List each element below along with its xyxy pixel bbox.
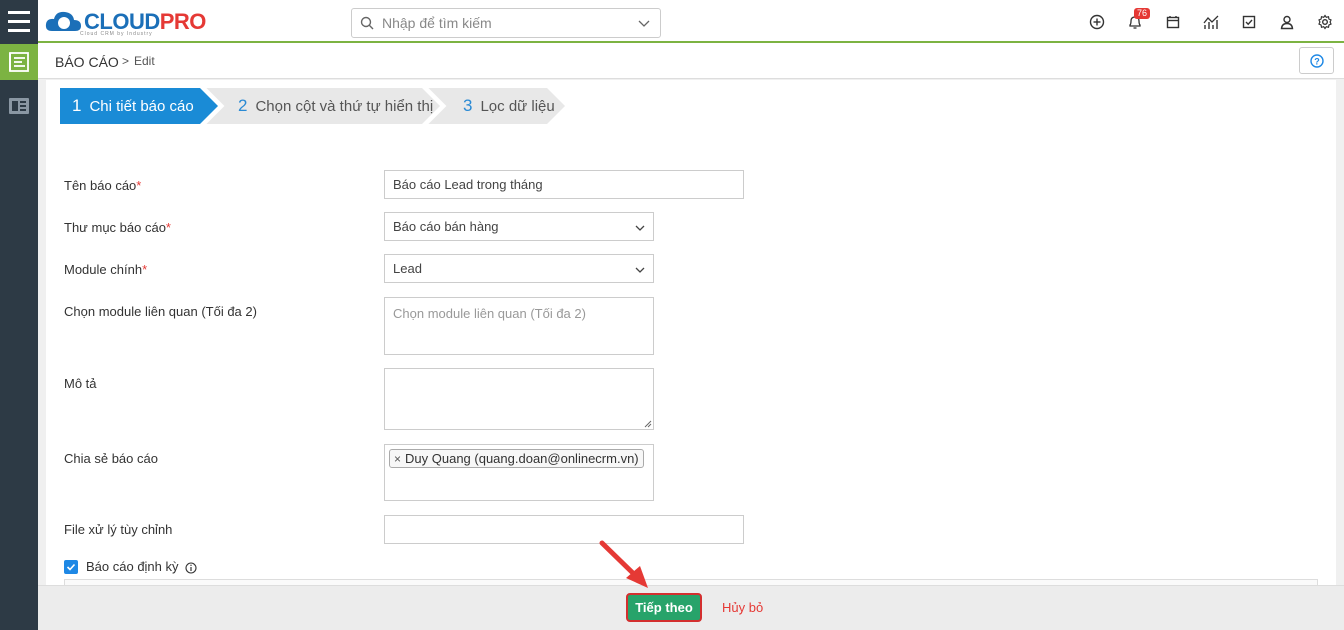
share-report-label: Chia sẻ báo cáo <box>64 451 158 466</box>
add-icon[interactable] <box>1078 0 1116 43</box>
report-folder-select[interactable]: Báo cáo bán hàng <box>384 212 654 241</box>
report-list-icon <box>9 52 29 72</box>
help-icon: ? <box>1309 53 1324 68</box>
checkmark-icon <box>66 563 76 571</box>
search-placeholder: Nhập để tìm kiếm <box>382 15 492 31</box>
help-button[interactable]: ? <box>1299 47 1334 74</box>
calendar-icon[interactable] <box>1154 0 1192 43</box>
resize-handle-icon[interactable] <box>644 420 652 428</box>
step-filter[interactable]: 3 Lọc dữ liệu <box>427 88 565 124</box>
breadcrumb-separator: > <box>122 54 130 68</box>
cloudpro-logo[interactable]: CLOUDPRO Cloud CRM by Industry <box>44 6 206 38</box>
sidebar <box>0 0 38 630</box>
share-report-multiselect[interactable]: × Duy Quang (quang.doan@onlinecrm.vn) <box>384 444 654 501</box>
notification-bell-icon[interactable]: 76 <box>1116 0 1154 43</box>
annotation-arrow-icon <box>599 540 648 588</box>
chevron-down-icon <box>635 267 645 273</box>
custom-file-label: File xử lý tùy chỉnh <box>64 522 173 537</box>
info-icon[interactable] <box>185 562 197 574</box>
main-module-select[interactable]: Lead <box>384 254 654 283</box>
related-modules-label: Chọn module liên quan (Tối đa 2) <box>64 304 257 319</box>
share-user-tag: × Duy Quang (quang.doan@onlinecrm.vn) <box>389 449 644 468</box>
remove-tag-icon[interactable]: × <box>394 452 401 466</box>
next-button[interactable]: Tiếp theo <box>626 593 702 622</box>
global-search-input[interactable]: Nhập để tìm kiếm <box>351 8 661 38</box>
analytics-chart-icon[interactable] <box>1192 0 1230 43</box>
breadcrumb-current: Edit <box>134 54 155 68</box>
step-columns[interactable]: 2 Chọn cột và thứ tự hiển thị <box>205 88 440 124</box>
user-profile-icon[interactable] <box>1268 0 1306 43</box>
main-module-label: Module chính* <box>64 262 148 277</box>
chevron-down-icon[interactable] <box>638 17 650 29</box>
top-icon-bar: 76 <box>1078 0 1344 43</box>
notification-badge: 76 <box>1134 8 1151 19</box>
top-header: CLOUDPRO Cloud CRM by Industry Nhập để t… <box>38 0 1344 43</box>
step-details[interactable]: 1 Chi tiết báo cáo <box>60 88 218 124</box>
related-modules-multiselect[interactable]: Chọn module liên quan (Tối đa 2) <box>384 297 654 355</box>
form-footer: Tiếp theo Hủy bỏ <box>38 585 1344 630</box>
report-folder-label: Thư mục báo cáo* <box>64 220 171 235</box>
periodic-report-checkbox[interactable] <box>64 560 78 574</box>
report-name-label: Tên báo cáo* <box>64 178 142 193</box>
description-textarea[interactable] <box>384 368 654 430</box>
report-edit-panel: 1 Chi tiết báo cáo 2 Chọn cột và thứ tự hi… <box>46 80 1336 585</box>
hamburger-menu-icon[interactable] <box>0 0 38 42</box>
svg-text:?: ? <box>1314 56 1320 66</box>
breadcrumb: BÁO CÁO > Edit ? <box>38 43 1344 79</box>
custom-file-input[interactable] <box>384 515 744 544</box>
search-icon <box>360 16 374 30</box>
sidebar-item-reports[interactable] <box>0 44 38 80</box>
cancel-button[interactable]: Hủy bỏ <box>722 600 763 615</box>
task-check-icon[interactable] <box>1230 0 1268 43</box>
periodic-report-label: Báo cáo định kỳ <box>86 559 197 574</box>
contact-card-icon <box>9 98 29 114</box>
settings-gear-icon[interactable] <box>1306 0 1344 43</box>
cloud-logo-icon <box>45 11 81 31</box>
chevron-down-icon <box>635 225 645 231</box>
description-label: Mô tả <box>64 376 97 391</box>
report-name-input[interactable]: Báo cáo Lead trong tháng <box>384 170 744 199</box>
logo-subtitle: Cloud CRM by Industry <box>80 31 153 37</box>
sidebar-item-contacts[interactable] <box>0 88 38 124</box>
breadcrumb-module[interactable]: BÁO CÁO <box>55 54 119 70</box>
